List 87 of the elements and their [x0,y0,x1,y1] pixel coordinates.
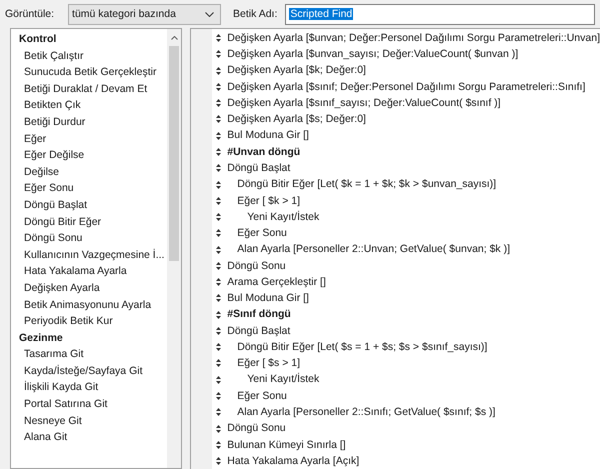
step-list-item[interactable]: Alana Git [24,431,68,444]
script-step[interactable]: Yeni Kayıt/İstek [247,212,320,222]
script-step[interactable]: Değişken Ayarla [$sınıf; Değer:Personel Dağılımı Sorgu Parametreleri::Sınıfı] [227,82,586,92]
script-step[interactable]: Bulunan Kümeyi Sınırla [] [227,440,346,450]
drag-handle-icon[interactable] [216,34,222,42]
drag-handle-icon[interactable] [216,262,222,270]
drag-handle-icon[interactable] [216,99,222,108]
drag-handle-icon[interactable] [216,408,222,416]
script-step[interactable]: Değişken Ayarla [$unvan_sayısı; Değer:ValueCount( $unvan )] [227,49,518,60]
script-step[interactable]: Değişken Ayarla [$sınıf_sayısı; Değer:ValueCount( $sınıf )] [227,98,501,108]
script-step[interactable]: Bul Moduna Gir [] [227,293,309,304]
step-list-item[interactable]: Betiği Duraklat / Devam Et [24,82,148,96]
script-step[interactable]: Eğer [ $k > 1] [237,196,300,206]
script-name-label: Betik Adı: [233,8,278,20]
category-header: Kontrol [19,33,56,46]
step-list-item[interactable]: Döngü Bitir Eğer [24,216,102,228]
step-list-item[interactable]: Hata Yakalama Ayarla [24,265,127,278]
drag-handle-icon[interactable] [216,278,222,286]
step-list-item[interactable]: Periyodik Betik Kur [24,315,113,328]
step-list-item[interactable]: Döngü Sonu [24,232,82,245]
step-list-item[interactable]: Döngü Başlat [24,198,88,212]
script-step[interactable]: #Unvan döngü [227,146,300,158]
script-step[interactable]: Döngü Başlat [227,163,290,174]
drag-handle-icon[interactable] [216,294,222,302]
script-step[interactable]: Döngü Sonu [227,260,286,272]
script-step[interactable]: Değişken Ayarla [$s; Değer:0] [227,114,366,125]
drag-handle-icon[interactable] [216,326,222,335]
script-step[interactable]: Alan Ayarla [Personeller 2::Unvan; GetValue( $unvan; $k )] [237,244,510,255]
drag-handle-icon[interactable] [216,164,222,172]
step-list-item[interactable]: İlişkili Kayda Git [24,381,98,394]
step-list-item[interactable]: Betik Çalıştır [24,50,84,62]
scrollbar[interactable] [167,29,181,468]
script-step[interactable]: Değişken Ayarla [$k; Değer:0] [227,65,366,76]
step-list-item[interactable]: Portal Satırına Git [24,398,108,411]
drag-handle-icon[interactable] [216,392,222,400]
script-step[interactable]: Hata Yakalama Ayarla [Açık] [227,456,360,466]
script-step[interactable]: Bul Moduna Gir [] [227,130,309,141]
step-list-item[interactable]: Betiği Durdur [24,116,86,129]
script-step[interactable]: Döngü Sonu [227,423,286,434]
step-list-item[interactable]: Eğer Değilse [24,149,84,162]
drag-handle-icon[interactable] [216,132,222,140]
script-step[interactable]: Değişken Ayarla [$unvan; Değer:Personel Dağılımı Sorgu Parametreleri::Unvan] [227,32,600,44]
step-list-item[interactable]: Betikten Çık [24,99,81,112]
view-dropdown[interactable]: tümü kategori bazında [68,4,222,24]
drag-handle-icon[interactable] [216,359,222,368]
drag-handle-icon[interactable] [216,50,222,58]
step-list-item[interactable]: Tasarıma Git [24,348,84,361]
step-list-item[interactable]: Betik Animasyonunu Ayarla [24,298,152,312]
drag-handle-icon[interactable] [216,440,222,449]
script-step[interactable]: Alan Ayarla [Personeller 2::Sınıfı; GetValue( $sınıf; $s )] [237,406,496,418]
script-step[interactable]: Eğer [ $s > 1] [237,358,300,369]
drag-handle-icon[interactable] [216,424,222,432]
drag-handle-icon[interactable] [216,457,222,466]
drag-handle-icon[interactable] [216,343,222,352]
step-list-item[interactable]: Nesneye Git [24,414,82,428]
drag-handle-icon[interactable] [216,180,222,189]
step-list-item[interactable]: Kayda/İsteğe/Sayfaya Git [24,364,142,378]
step-list-item[interactable]: Değişken Ayarla [24,282,100,294]
scrollbar-thumb[interactable] [169,46,179,261]
script-step[interactable]: Döngü Başlat [227,326,290,336]
script-step[interactable]: #Sınıf döngü [227,309,291,320]
step-list-item[interactable]: Eğer [24,132,46,146]
drag-handle-icon[interactable] [216,66,222,75]
view-label: Görüntüle: [5,8,54,20]
step-list-item[interactable]: Sunucuda Betik Gerçekleştir [24,66,156,79]
script-step[interactable]: Yeni Kayıt/İstek [247,374,320,385]
script-step[interactable]: Döngü Bitir Eğer [Let( $k = 1 + $k; $k > $unvan_sayısı)] [237,179,496,190]
step-list-item[interactable]: Değilse [24,166,60,178]
script-name-field[interactable]: Scripted Find [285,4,595,24]
drag-handle-icon[interactable] [216,310,222,319]
scroll-up-icon[interactable] [170,36,178,40]
drag-handle-icon[interactable] [216,229,222,238]
chevron-down-icon [205,12,214,16]
drag-handle-icon[interactable] [216,148,222,156]
drag-handle-icon[interactable] [216,246,222,254]
category-header: Gezinme [19,332,63,344]
drag-handle-icon[interactable] [216,376,222,384]
script-step[interactable]: Eğer Sonu [237,390,287,402]
script-step[interactable]: Arama Gerçekleştir [] [227,276,326,288]
script-step[interactable]: Döngü Bitir Eğer [Let( $s = 1 + $s; $s > $sınıf_sayısı)] [237,342,488,352]
drag-handle-icon[interactable] [216,213,222,222]
drag-handle-icon[interactable] [216,82,222,91]
step-list-item[interactable]: Eğer Sonu [24,182,74,195]
drag-handle-icon[interactable] [216,115,222,124]
drag-handle-icon[interactable] [216,196,222,205]
step-list-item[interactable]: Kullanıcının Vazgeçmesine İ... [24,248,164,262]
script-step[interactable]: Eğer Sonu [237,228,287,239]
